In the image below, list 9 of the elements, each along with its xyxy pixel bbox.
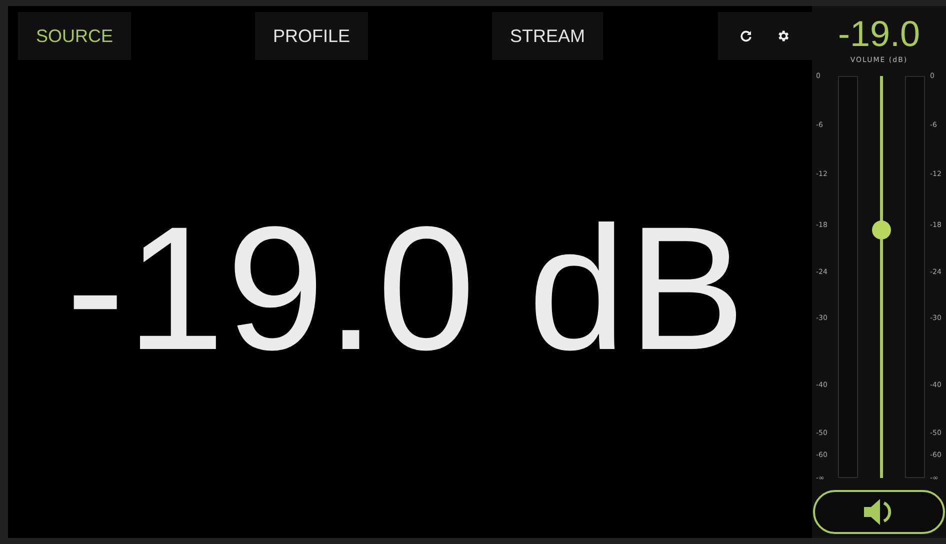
volume-display: -19.0 dB (66, 201, 748, 377)
slider-thumb[interactable] (872, 220, 891, 240)
volume-reading: -19.0 (838, 16, 920, 52)
tab[interactable]: PROFILE (255, 12, 368, 60)
tab[interactable]: SOURCE (18, 12, 132, 60)
settings-icon[interactable] (776, 29, 790, 43)
mute-button[interactable] (813, 490, 945, 534)
refresh-icon[interactable] (740, 30, 752, 42)
tab[interactable]: STREAM (492, 12, 604, 60)
